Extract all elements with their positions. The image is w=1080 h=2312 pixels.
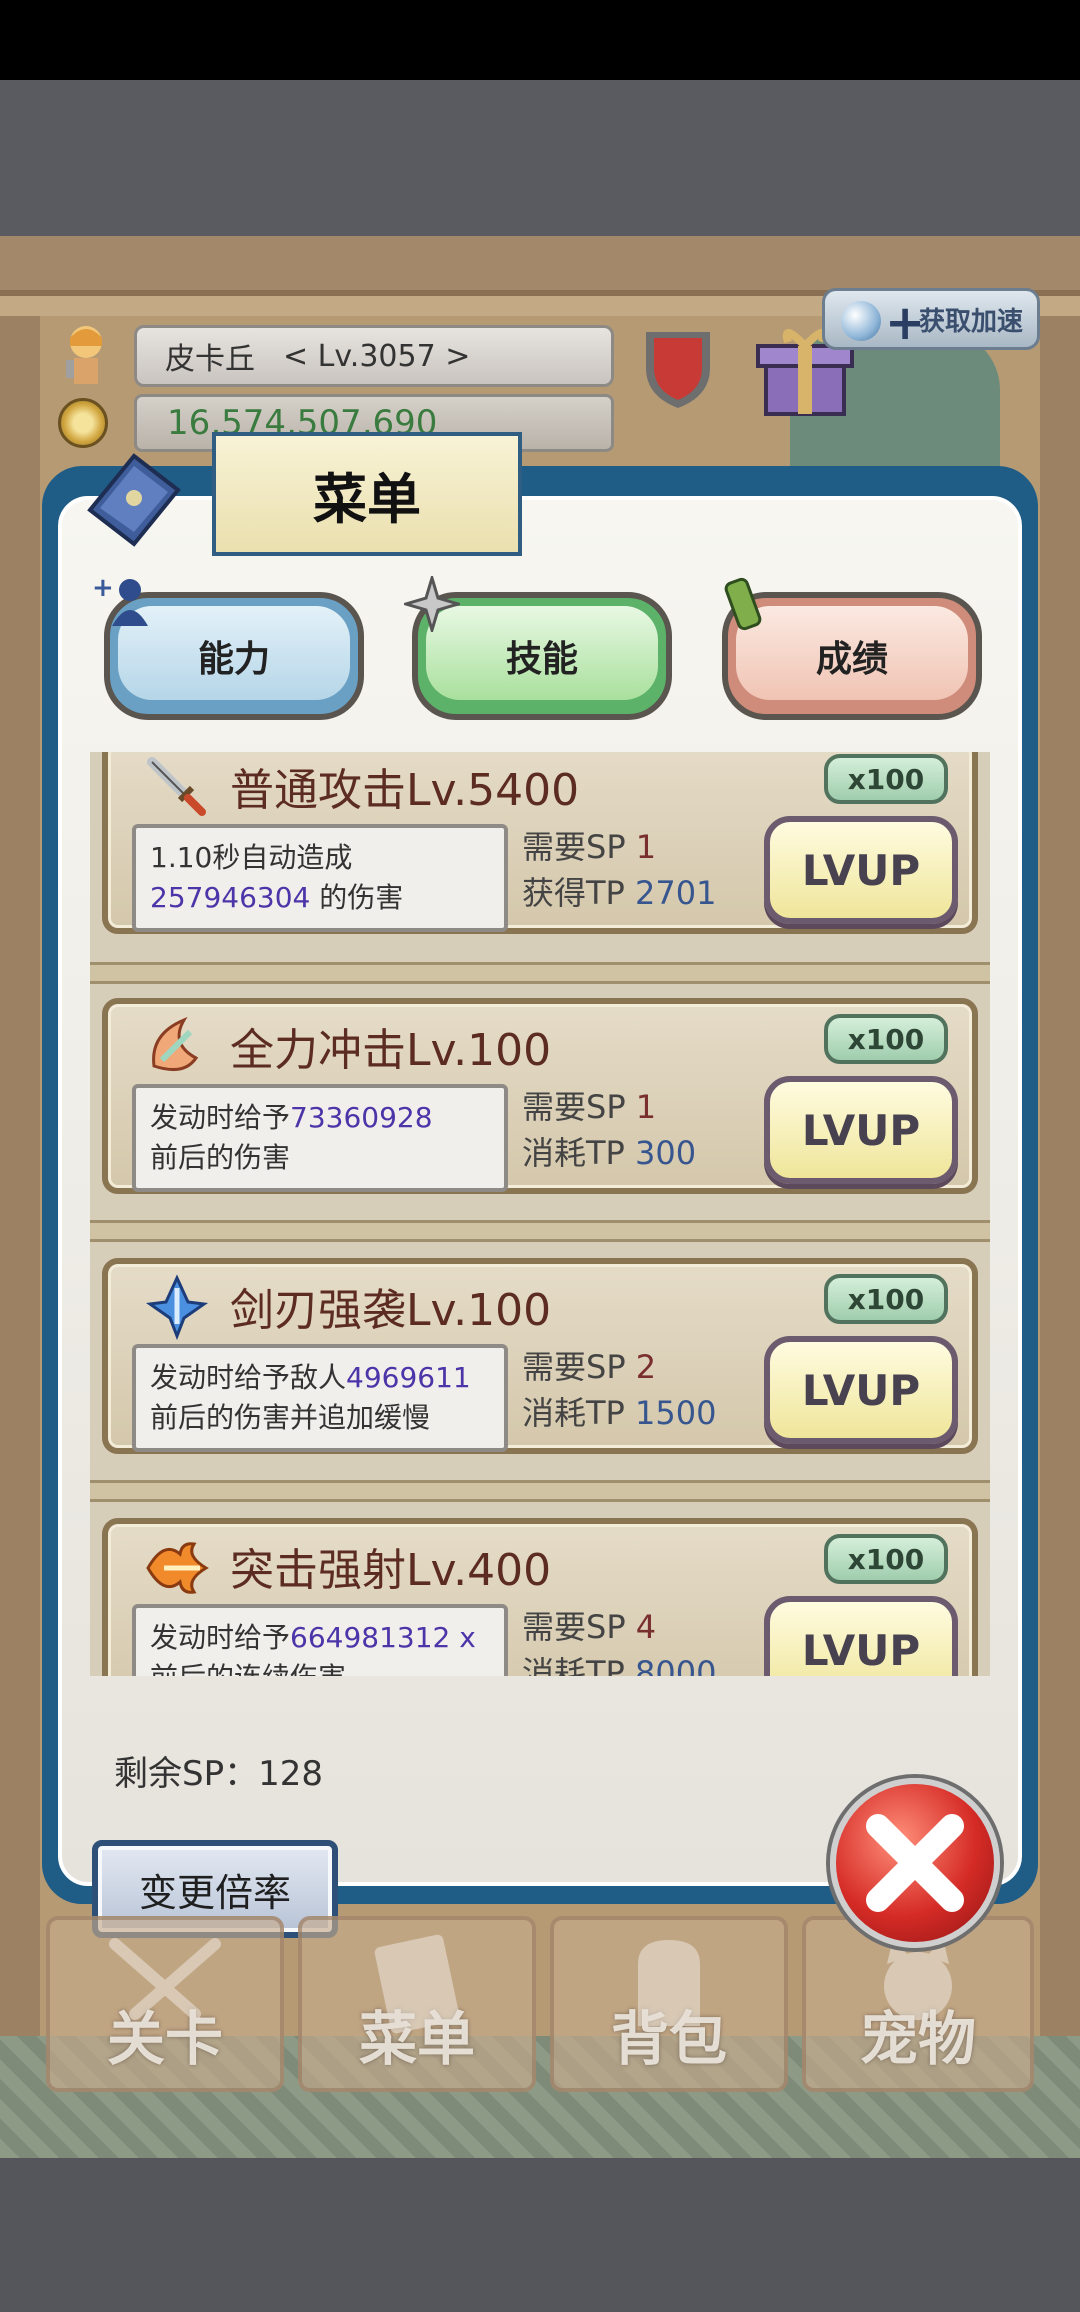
menu-title: 菜单	[212, 432, 522, 556]
multiplier-button[interactable]: x100	[824, 1014, 948, 1064]
req-sp-label: 需要SP	[522, 1088, 626, 1126]
tp-value: 1500	[635, 1394, 717, 1432]
skill-requirements: 需要SP 4 消耗TP 8000	[522, 1604, 716, 1676]
skill-card: 全力冲击Lv.100 x100 发动时给予73360928 前后的伤害 需要SP…	[102, 998, 978, 1194]
add-person-icon: +	[92, 574, 148, 626]
skill-row: 剑刃强袭Lv.100 x100 发动时给予敌人4969611 前后的伤害并追加缓…	[90, 1258, 990, 1498]
sword-icon	[147, 757, 206, 816]
backpack-icon	[638, 1940, 700, 2026]
skill-requirements: 需要SP 1 消耗TP 300	[522, 1084, 696, 1176]
skill-row: 突击强射Lv.400 x100 发动时给予664981312 x 前后的连续伤害…	[90, 1518, 990, 1676]
crossed-swords-icon	[109, 1938, 221, 2020]
hero-avatar-icon	[66, 326, 102, 384]
fire-arrow-icon	[146, 1542, 209, 1594]
desc-text: 发动时给予	[150, 1101, 291, 1134]
book-icon	[374, 1934, 460, 2034]
tab-ability-label: 能力	[197, 639, 270, 680]
tp-label: 获得TP	[522, 874, 625, 912]
desc-text: 发动时给予敌人	[150, 1361, 347, 1394]
skill-name: 剑刃强袭Lv.100	[230, 1285, 552, 1336]
skill-card: 剑刃强袭Lv.100 x100 发动时给予敌人4969611 前后的伤害并追加缓…	[102, 1258, 978, 1454]
gold-coin-icon	[58, 398, 108, 448]
sp-remaining: 剩余SP：128	[114, 1754, 323, 1794]
tp-value: 2701	[635, 874, 717, 912]
menu-title-text: 菜单	[313, 467, 421, 531]
desc-text: 前后的伤害	[150, 1141, 291, 1174]
lvup-button[interactable]: LVUP	[764, 1336, 958, 1444]
desc-number: 4969611	[346, 1361, 471, 1394]
skill-name: 普通攻击Lv.5400	[230, 765, 580, 816]
pillar-right	[1040, 316, 1080, 2158]
nav-backpack[interactable]: 背包	[550, 1916, 788, 2092]
req-sp-value: 4	[635, 1608, 657, 1646]
tp-label: 消耗TP	[522, 1654, 625, 1676]
status-bar	[0, 0, 1080, 80]
skill-row: 普通攻击Lv.5400 x100 1.10秒自动造成 257946304 的伤害…	[90, 752, 990, 978]
speedup-label: 获取加速	[918, 306, 1023, 337]
change-rate-label: 变更倍率	[138, 1870, 291, 1915]
nav-stage[interactable]: 关卡	[46, 1916, 284, 2092]
multiplier-button[interactable]: x100	[824, 1534, 948, 1584]
skill-description: 发动时给予664981312 x 前后的连续伤害	[132, 1604, 508, 1676]
skill-description: 1.10秒自动造成 257946304 的伤害	[132, 824, 508, 932]
skill-description: 发动时给予敌人4969611 前后的伤害并追加缓慢	[132, 1344, 508, 1452]
player-name-plate: 皮卡丘 < Lv.3057 >	[134, 325, 614, 387]
skill-list[interactable]: 普通攻击Lv.5400 x100 1.10秒自动造成 257946304 的伤害…	[90, 752, 990, 1676]
desc-text: 1.10秒自动造成	[150, 841, 353, 874]
shield-icon[interactable]	[640, 324, 716, 412]
desc-number: 257946304	[150, 881, 311, 914]
lvup-button[interactable]: LVUP	[764, 816, 958, 924]
tab-skill-label: 技能	[505, 639, 578, 680]
skill-description: 发动时给予73360928 前后的伤害	[132, 1084, 508, 1192]
skill-row: 全力冲击Lv.100 x100 发动时给予73360928 前后的伤害 需要SP…	[90, 998, 990, 1238]
plus-icon: +	[885, 295, 926, 351]
pet-icon	[884, 1938, 952, 2020]
tp-value: 8000	[635, 1654, 717, 1676]
top-letterbox	[0, 80, 1080, 240]
desc-text: 前后的连续伤害	[150, 1661, 346, 1676]
player-name: 皮卡丘	[165, 342, 255, 377]
tab-record-label: 成绩	[815, 639, 888, 680]
skill-requirements: 需要SP 2 消耗TP 1500	[522, 1344, 716, 1436]
req-sp-label: 需要SP	[522, 828, 626, 866]
slash-icon	[152, 1016, 199, 1072]
desc-text: 前后的伤害并追加缓慢	[150, 1401, 431, 1434]
skill-card: 普通攻击Lv.5400 x100 1.10秒自动造成 257946304 的伤害…	[102, 752, 978, 934]
lvup-button[interactable]: LVUP	[764, 1076, 958, 1184]
sparkle-icon	[404, 576, 460, 632]
close-icon	[866, 1814, 964, 1912]
blue-strike-icon	[145, 1274, 209, 1340]
nav-menu[interactable]: 菜单	[298, 1916, 536, 2092]
orb-icon	[841, 301, 881, 341]
book-icon	[87, 453, 181, 547]
tp-label: 消耗TP	[522, 1394, 625, 1432]
desc-text: 的伤害	[310, 881, 404, 914]
close-button[interactable]	[830, 1778, 1000, 1948]
skill-name: 突击强射Lv.400	[230, 1545, 552, 1596]
tp-label: 消耗TP	[522, 1134, 625, 1172]
multiplier-button[interactable]: x100	[824, 754, 948, 804]
desc-number: 73360928	[290, 1101, 433, 1134]
svg-text:+: +	[92, 574, 114, 603]
req-sp-value: 1	[635, 1088, 657, 1126]
tp-value: 300	[635, 1134, 697, 1172]
desc-number: 664981312 x	[290, 1621, 476, 1654]
req-sp-value: 1	[635, 828, 657, 866]
skill-card: 突击强射Lv.400 x100 发动时给予664981312 x 前后的连续伤害…	[102, 1518, 978, 1676]
req-sp-value: 2	[635, 1348, 657, 1386]
req-sp-label: 需要SP	[522, 1348, 626, 1386]
desc-text: 发动时给予	[150, 1621, 291, 1654]
speedup-button[interactable]: + 获取加速	[822, 288, 1040, 351]
bottom-letterbox	[0, 2158, 1080, 2312]
req-sp-label: 需要SP	[522, 1608, 626, 1646]
wall-top	[0, 236, 1080, 296]
player-level: < Lv.3057 >	[283, 338, 471, 374]
scroll-icon	[724, 577, 762, 631]
skill-name: 全力冲击Lv.100	[230, 1025, 552, 1076]
skill-requirements: 需要SP 1 获得TP 2701	[522, 824, 716, 916]
lvup-button[interactable]: LVUP	[764, 1596, 958, 1676]
multiplier-button[interactable]: x100	[824, 1274, 948, 1324]
pillar-left	[0, 316, 40, 2158]
